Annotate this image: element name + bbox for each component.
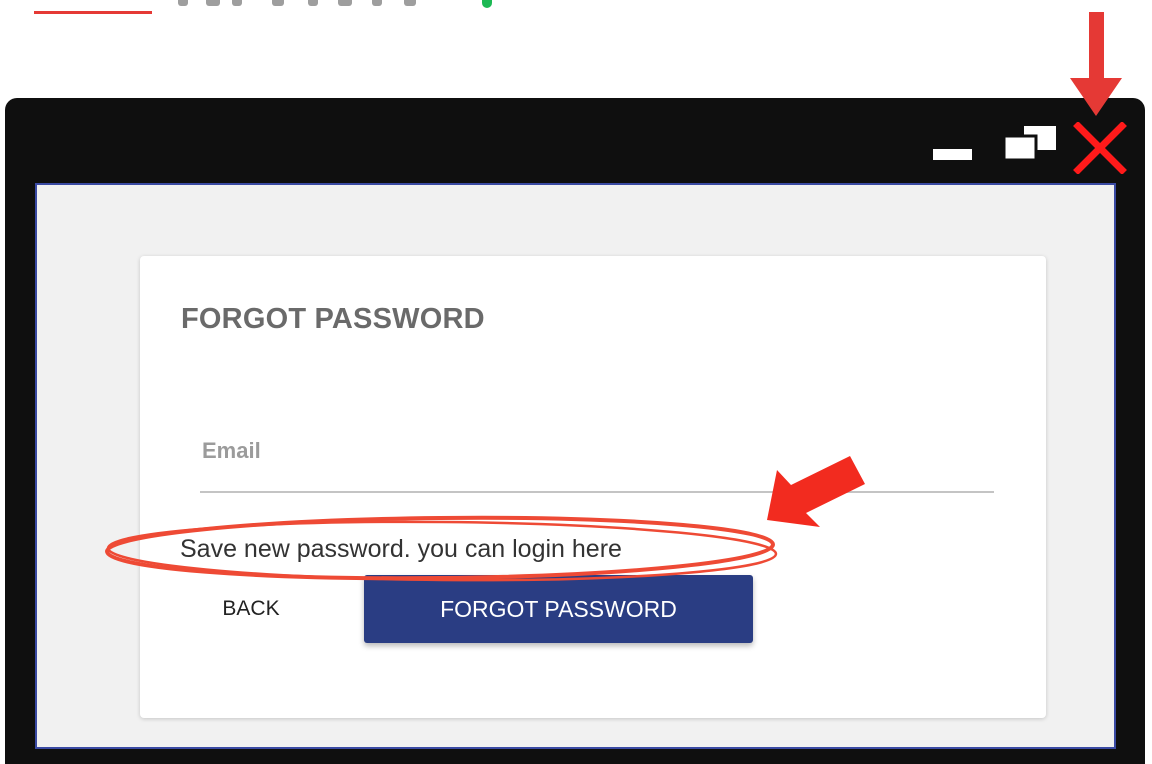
email-label: Email: [202, 438, 261, 463]
cropped-top-strip: [0, 0, 1152, 14]
cropped-green-mark: [482, 0, 492, 8]
forgot-password-card: FORGOT PASSWORD Email Save new password.…: [140, 256, 1046, 718]
screenshot-stage: FORGOT PASSWORD Email Save new password.…: [0, 0, 1152, 764]
close-icon[interactable]: [1072, 121, 1128, 175]
restore-icon[interactable]: [1000, 124, 1060, 164]
app-content: FORGOT PASSWORD Email Save new password.…: [35, 183, 1116, 749]
email-field[interactable]: Email: [200, 416, 994, 493]
app-window: FORGOT PASSWORD Email Save new password.…: [5, 98, 1145, 764]
status-message: Save new password. you can login here: [180, 535, 622, 563]
page-title: FORGOT PASSWORD: [181, 303, 485, 335]
back-button[interactable]: BACK: [196, 576, 306, 642]
forgot-password-button[interactable]: FORGOT PASSWORD: [364, 575, 753, 643]
window-controls: [885, 98, 1145, 184]
email-input[interactable]: [200, 416, 994, 493]
minimize-icon[interactable]: [933, 149, 972, 160]
annotation-underline: [34, 11, 152, 14]
cropped-text-fragment: [172, 0, 472, 6]
